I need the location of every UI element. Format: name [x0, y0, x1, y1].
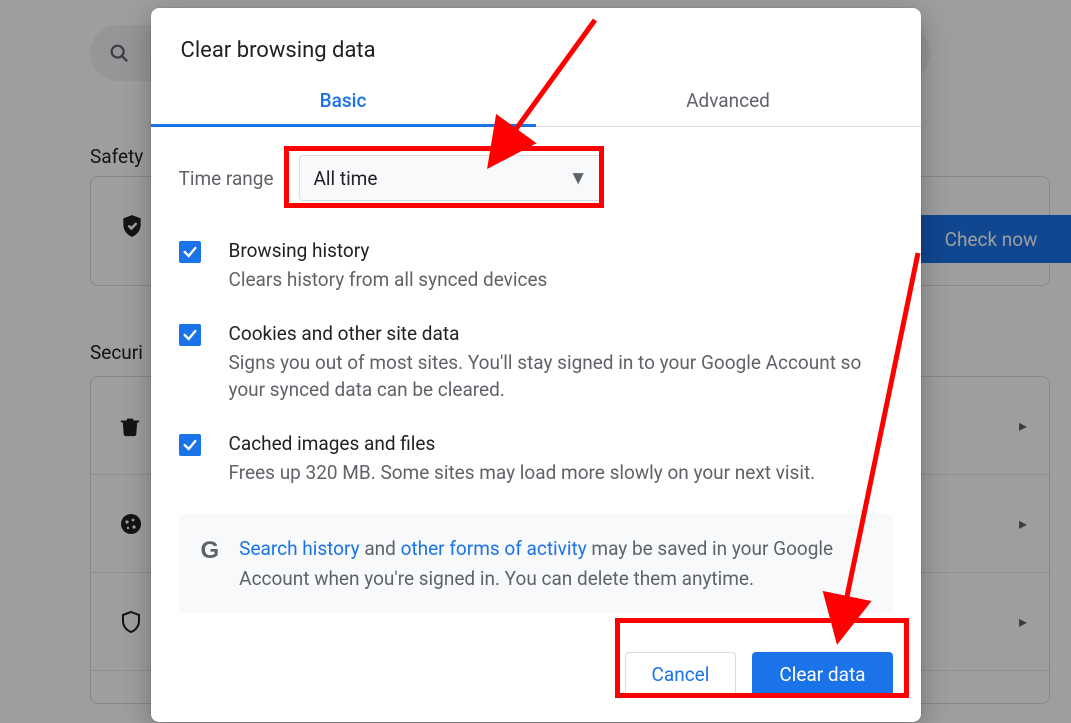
time-range-value: All time — [314, 167, 378, 190]
dialog-title: Clear browsing data — [151, 8, 921, 79]
clear-data-button[interactable]: Clear data — [752, 652, 892, 696]
search-history-link[interactable]: Search history — [239, 537, 359, 560]
cookies-checkbox[interactable] — [179, 324, 201, 346]
cookies-desc: Signs you out of most sites. You'll stay… — [229, 349, 893, 404]
time-range-select[interactable]: All time ▼ — [299, 155, 603, 201]
dialog-scroll-body[interactable]: Time range All time ▼ Browsing history C… — [151, 127, 921, 634]
tab-advanced[interactable]: Advanced — [536, 79, 921, 126]
browsing-history-title: Browsing history — [229, 239, 548, 262]
google-account-notice: G Search history and other forms of acti… — [179, 514, 893, 613]
browsing-history-desc: Clears history from all synced devices — [229, 266, 548, 294]
google-g-icon: G — [201, 532, 220, 593]
cookies-title: Cookies and other site data — [229, 322, 893, 345]
chevron-down-icon: ▼ — [569, 166, 588, 190]
time-range-label: Time range — [179, 167, 299, 190]
tab-basic[interactable]: Basic — [151, 79, 536, 126]
cache-checkbox[interactable] — [179, 434, 201, 456]
other-activity-link[interactable]: other forms of activity — [401, 537, 587, 560]
cache-desc: Frees up 320 MB. Some sites may load mor… — [229, 459, 816, 487]
cancel-button[interactable]: Cancel — [625, 652, 737, 696]
clear-browsing-data-dialog: Clear browsing data Basic Advanced Time … — [151, 8, 921, 722]
cache-title: Cached images and files — [229, 432, 816, 455]
browsing-history-checkbox[interactable] — [179, 241, 201, 263]
